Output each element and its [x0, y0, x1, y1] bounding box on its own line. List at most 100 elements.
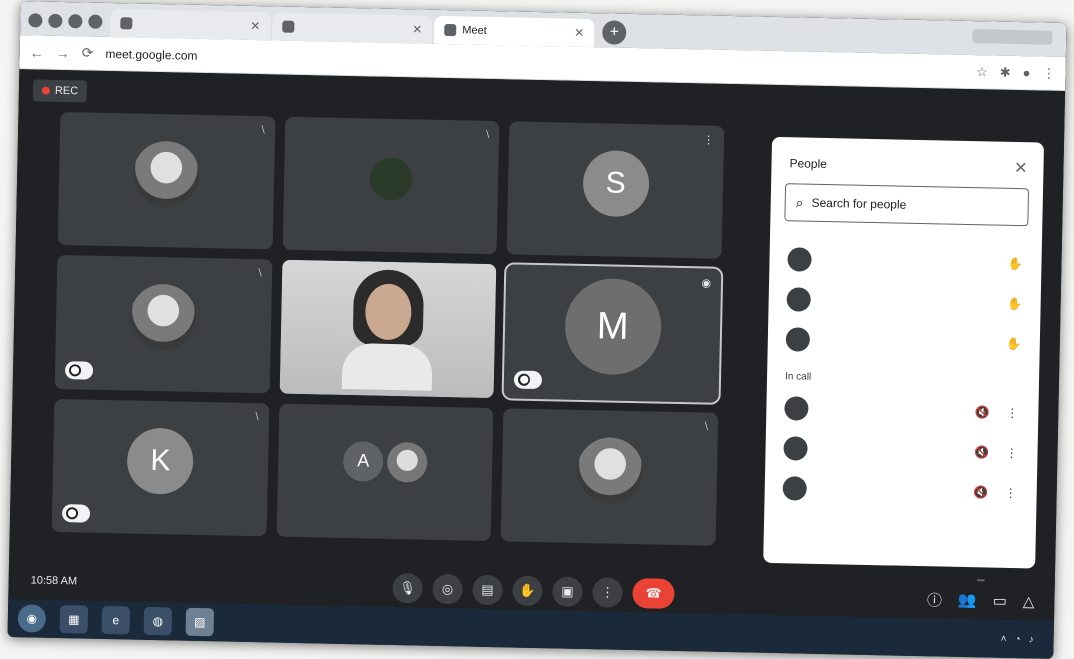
participant-avatar [357, 145, 425, 213]
close-icon[interactable]: ✕ [1014, 158, 1028, 178]
start-button[interactable]: ◉ [17, 604, 47, 633]
others-tile[interactable]: A [276, 403, 494, 542]
others-count [277, 509, 492, 513]
speaker-figure [341, 269, 434, 392]
meeting-time: 10:58 AM [30, 574, 78, 588]
gear-icon[interactable] [48, 13, 63, 28]
mail-icon [282, 20, 295, 33]
more-options-icon[interactable]: ⋮ [1001, 446, 1021, 460]
list-item[interactable]: ✋ [769, 239, 1042, 285]
window-controls [28, 5, 103, 37]
profile-icon[interactable]: ● [1022, 65, 1030, 80]
pin-icon: ⬤ [65, 507, 79, 520]
person-name [821, 300, 995, 304]
participant-avatar: K [126, 427, 195, 495]
extension-icon[interactable]: ✱ [1000, 64, 1011, 80]
pinned-name-pill: ⬤ [64, 360, 94, 380]
people-panel-title: People [789, 156, 828, 172]
mic-off-icon: ⧵ [255, 410, 259, 423]
close-icon[interactable]: ✕ [250, 19, 260, 33]
browser-tab-2[interactable]: ✕ [272, 12, 433, 44]
record-dot-icon [41, 86, 50, 95]
people-panel: People ✕ ⌕ ✋ ✋ ✋ In call 🔇⋮ 🔇⋮ 🔇⋮ [763, 136, 1045, 569]
reload-icon[interactable]: ⟳ [82, 44, 94, 61]
participant-tile[interactable]: ⧵ [57, 111, 276, 250]
back-arrow-icon[interactable]: ← [30, 44, 44, 60]
chat-icon[interactable]: ▭ [993, 592, 1008, 610]
menu-kebab-icon[interactable]: ⋮ [1042, 65, 1055, 81]
chrome-icon[interactable]: ◍ [143, 606, 173, 636]
tab-label: Meet [462, 24, 487, 37]
avatar [787, 247, 812, 272]
list-item[interactable]: ✋ [768, 279, 1041, 325]
participant-video-tile[interactable] [279, 259, 497, 398]
call-controls: 🎙 ◎ ▤ ✋ ▣ ⋮ ☎ [392, 573, 675, 609]
meet-stage: REC ⧵ ⧵ S ⋮ ⧵ ⬤ M ◉ ⬤ K ⧵ ⬤ A ⧵ People ✕… [8, 69, 1066, 591]
list-item[interactable]: 🔇 ⋮ [765, 428, 1038, 474]
browser-tab-3[interactable]: Meet ✕ [433, 15, 595, 48]
mic-off-icon: ⧵ [258, 267, 262, 280]
participant-tile[interactable]: ⧵ ⬤ [54, 255, 273, 394]
participant-tile[interactable]: M ◉ ⬤ [501, 262, 724, 405]
people-search[interactable]: ⌕ [784, 183, 1030, 227]
avatar [785, 327, 811, 352]
camera-button[interactable]: ◎ [432, 573, 463, 605]
search-icon: ⌕ [795, 193, 804, 211]
activities-icon[interactable]: △ [1023, 592, 1035, 610]
video-feed [279, 259, 497, 398]
captions-button[interactable]: ▤ [472, 574, 503, 606]
participant-tile[interactable]: S ⋮ [506, 121, 725, 260]
window-buttons[interactable] [972, 29, 1053, 45]
mic-off-icon: 🔇 [973, 445, 990, 460]
recording-label: REC [54, 84, 79, 98]
participant-tile[interactable]: ⧵ [282, 116, 500, 255]
browser-icon[interactable]: e [101, 605, 131, 635]
gear-icon[interactable] [88, 14, 103, 29]
more-options-button[interactable]: ⋮ [592, 577, 623, 608]
others-avatars: A [342, 440, 428, 483]
browser-tab-1[interactable]: ✕ [110, 9, 271, 41]
search-input[interactable] [811, 195, 1012, 214]
system-tray: ˄ ◔ ♪ [1001, 633, 1042, 645]
info-icon[interactable]: ⓘ [927, 589, 942, 610]
new-tab-button[interactable]: + [601, 20, 627, 45]
present-button[interactable]: ▣ [552, 576, 583, 608]
mic-button[interactable]: 🎙 [392, 573, 423, 604]
person-name [818, 449, 962, 452]
favicon-icon [120, 17, 133, 30]
participant-grid: ⧵ ⧵ S ⋮ ⧵ ⬤ M ◉ ⬤ K ⧵ ⬤ A ⧵ [51, 111, 725, 546]
close-icon[interactable]: ✕ [574, 26, 584, 40]
pinned-name-pill: ⬤ [61, 504, 91, 523]
file-explorer-icon[interactable]: ▦ [59, 605, 89, 634]
meet-favicon-icon [444, 23, 457, 37]
back-circle-icon[interactable] [28, 13, 43, 28]
forward-arrow-icon[interactable]: → [56, 44, 70, 60]
tray-arrow-icon[interactable]: ˄ [1001, 633, 1007, 644]
people-button[interactable]: 👥 [958, 579, 986, 609]
more-options-icon[interactable]: ⋮ [1002, 406, 1022, 420]
participant-avatar [132, 140, 201, 208]
network-icon[interactable]: ◔ [1014, 634, 1020, 645]
participant-avatar: S [582, 149, 650, 218]
pinned-name-pill: ⬤ [514, 370, 543, 389]
bookmark-star-icon[interactable]: ☆ [976, 64, 988, 80]
close-icon[interactable]: ✕ [412, 22, 422, 36]
avatar [784, 396, 809, 421]
app-icon[interactable]: ▨ [185, 607, 215, 637]
list-item[interactable]: 🔇 ⋮ [764, 468, 1037, 514]
participant-avatar: A [342, 440, 384, 482]
more-options-icon[interactable]: ⋮ [1001, 486, 1021, 500]
participant-avatar [386, 441, 428, 483]
participant-tile[interactable]: K ⧵ ⬤ [51, 398, 270, 537]
participant-avatar: M [563, 277, 662, 376]
participant-tile[interactable]: ⧵ [500, 407, 719, 546]
gear-icon[interactable] [68, 14, 83, 29]
list-item[interactable]: ✋ [767, 319, 1040, 365]
volume-icon[interactable]: ♪ [1029, 634, 1034, 645]
list-item[interactable]: 🔇 ⋮ [766, 388, 1039, 434]
pin-icon: ⬤ [518, 373, 531, 386]
person-name [820, 340, 994, 344]
raise-hand-button[interactable]: ✋ [512, 575, 543, 607]
speaking-icon: ◉ [701, 277, 712, 290]
leave-call-button[interactable]: ☎ [632, 578, 675, 609]
